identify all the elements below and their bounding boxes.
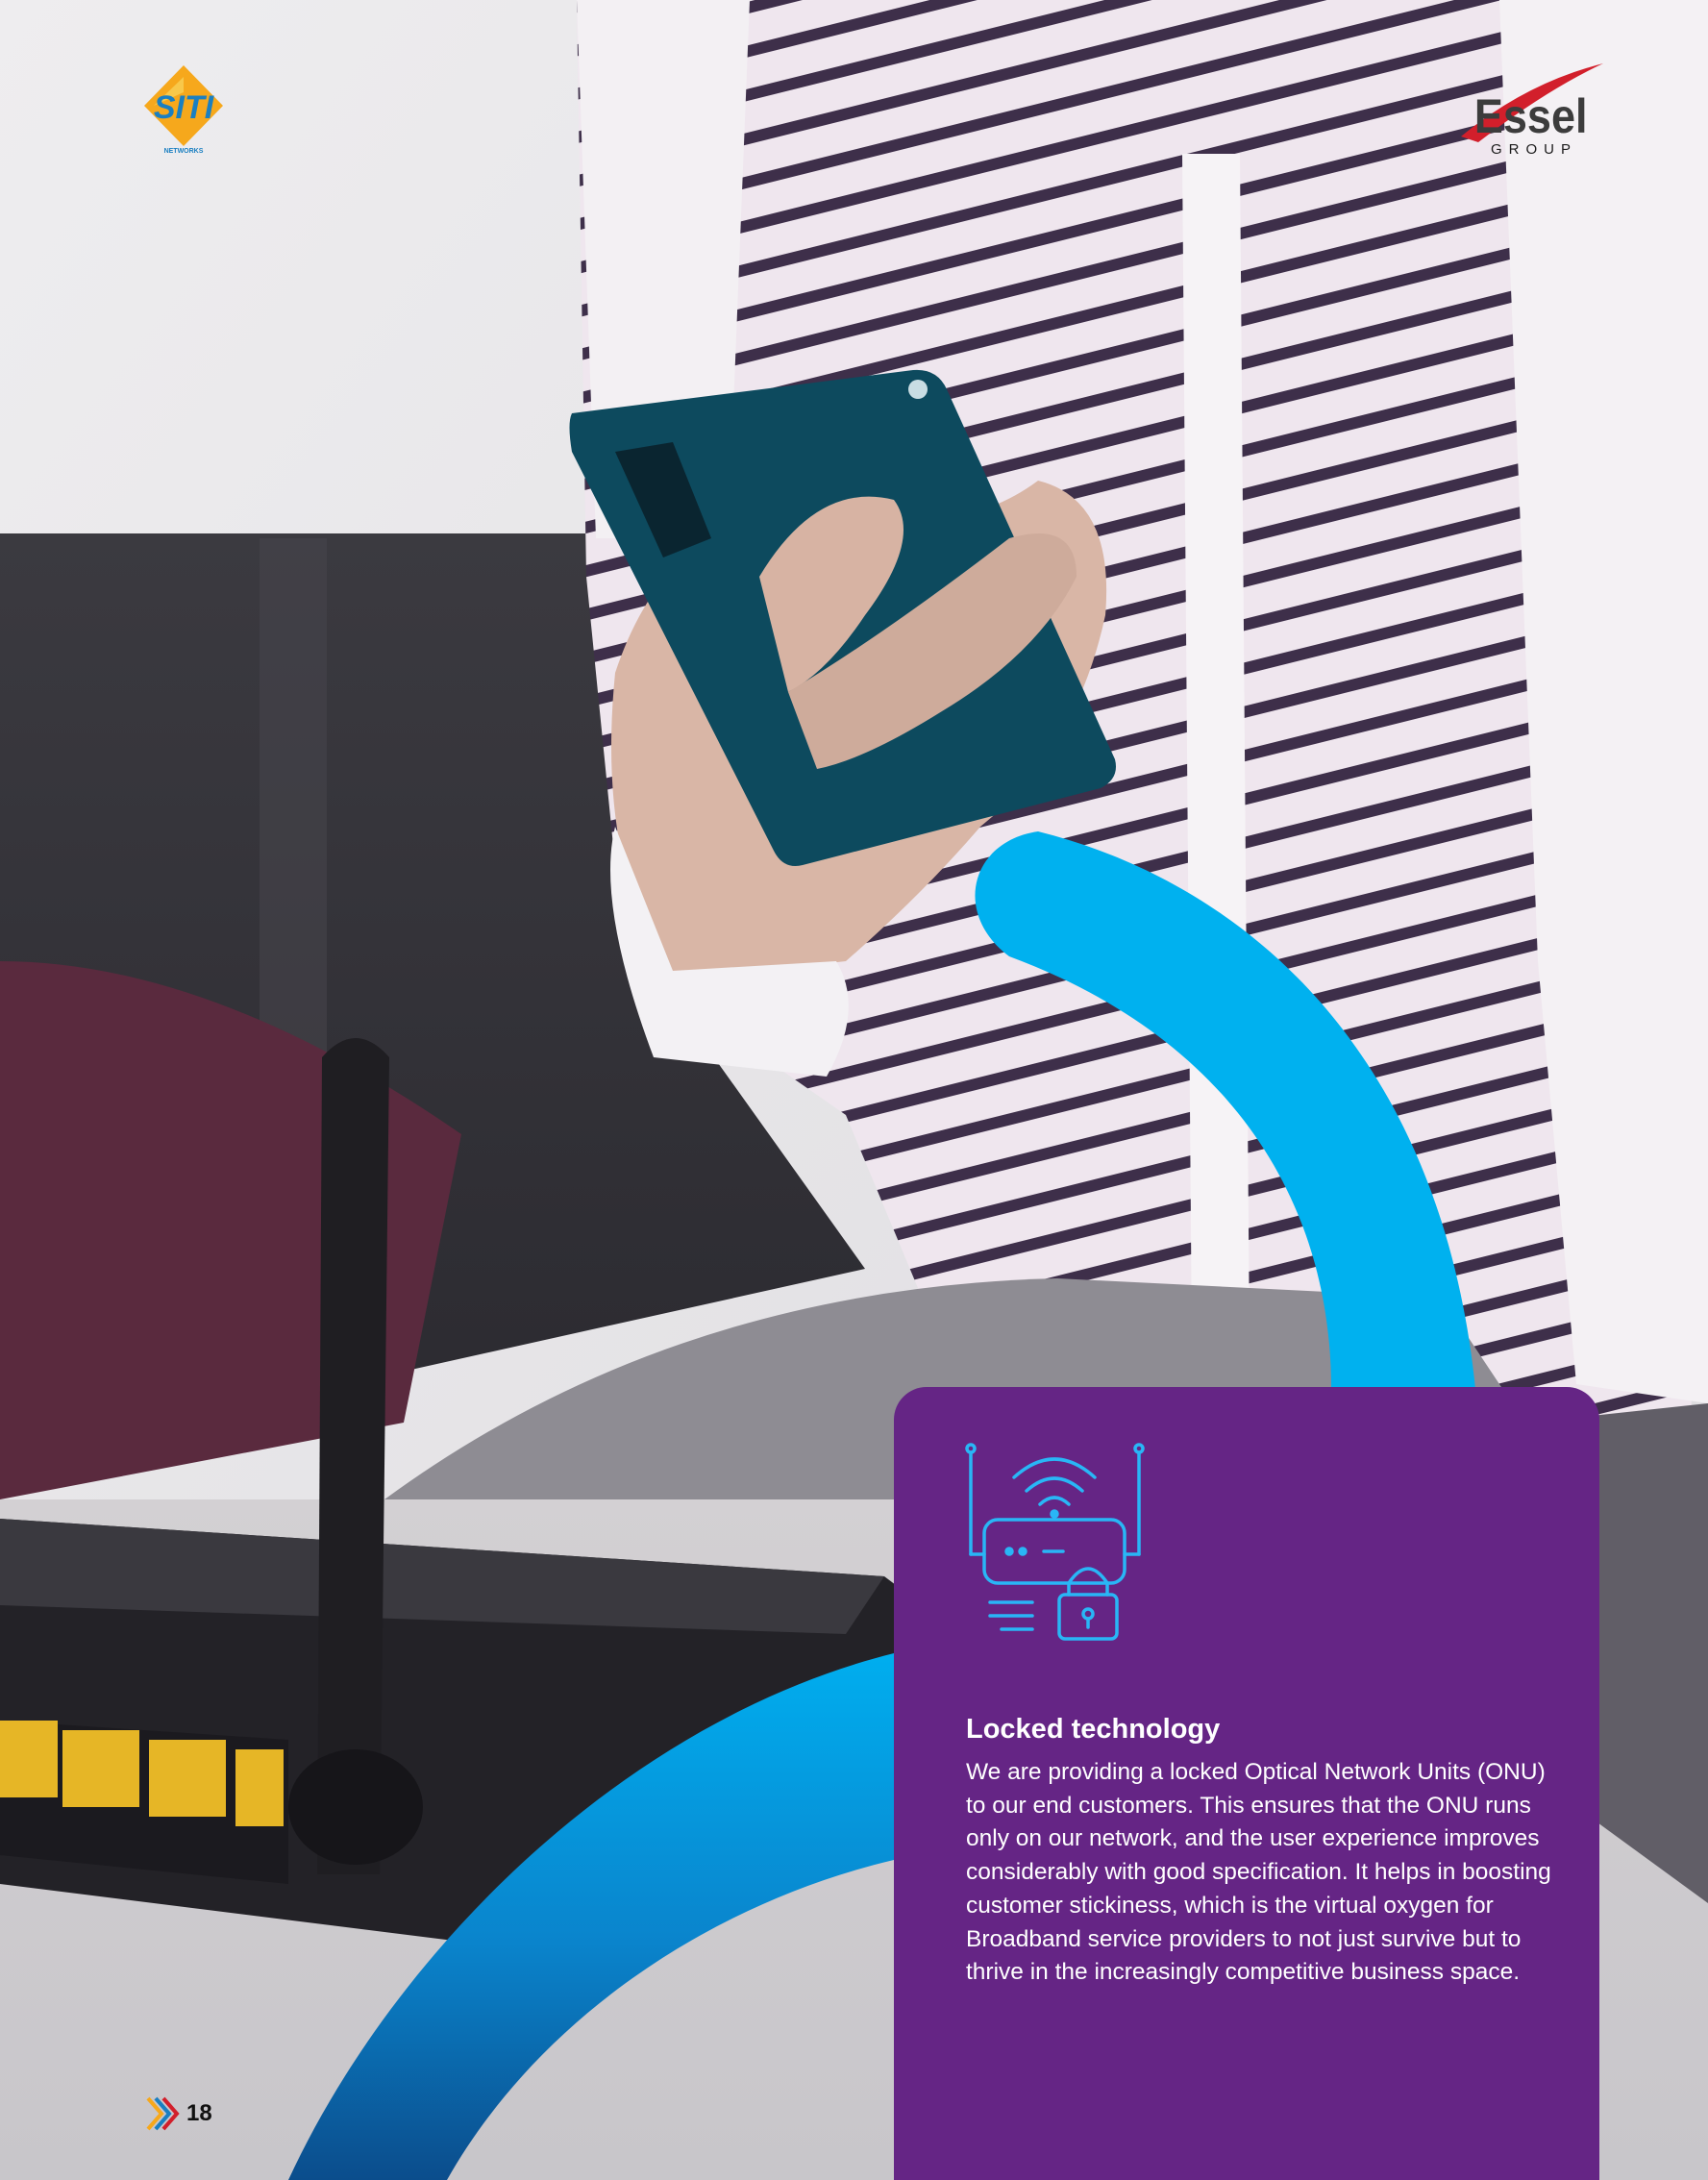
essel-group-logo-icon: Essel GROUP (1461, 63, 1603, 158)
info-card: Locked technology We are providing a loc… (894, 1387, 1599, 2180)
card-title: Locked technology (966, 1714, 1221, 1745)
page-footer: 18 (144, 2093, 212, 2134)
siti-networks-logo-icon: SITI NETWORKS (144, 65, 223, 155)
svg-text:GROUP: GROUP (1491, 141, 1577, 158)
chevron-arrows-icon (146, 2096, 180, 2131)
page: SITI NETWORKS Essel GROUP Locked technol… (0, 0, 1708, 2180)
svg-text:Essel: Essel (1474, 90, 1588, 144)
svg-text:NETWORKS: NETWORKS (164, 148, 204, 155)
page-number: 18 (186, 2100, 212, 2126)
router-lock-icon (965, 1443, 1145, 1641)
card-body-text: We are providing a locked Optical Networ… (966, 1759, 1551, 1986)
svg-text:SITI: SITI (154, 89, 215, 126)
